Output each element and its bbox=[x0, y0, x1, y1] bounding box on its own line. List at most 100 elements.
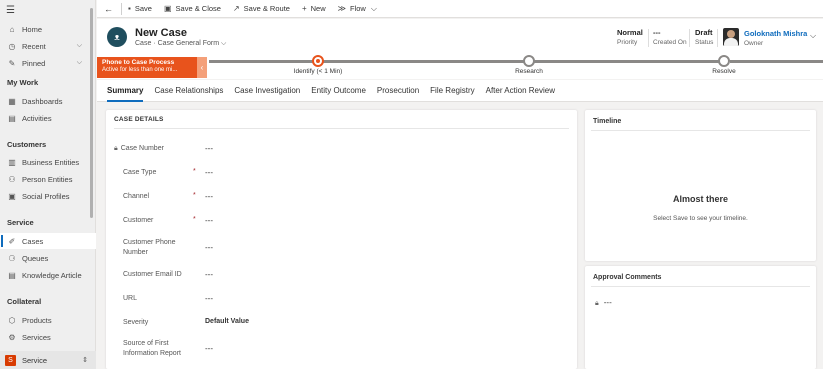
command-bar: ← ▪ Save ▣ Save & Close ↗ Save & Route +… bbox=[97, 0, 823, 18]
sidebar-item-services[interactable]: ⚙ Services bbox=[0, 329, 96, 345]
area-label: Service bbox=[22, 355, 48, 365]
case-type-input[interactable]: --- bbox=[205, 168, 213, 177]
sidebar-item-social-profiles[interactable]: ▣ Social Profiles bbox=[0, 188, 96, 204]
flow-icon: ≫ bbox=[337, 4, 347, 13]
chevron-down-icon[interactable]: ⌵ bbox=[810, 31, 816, 41]
tab-entity-outcome[interactable]: Entity Outcome bbox=[311, 80, 366, 102]
case-icon: ᴥ bbox=[107, 27, 127, 47]
lock-icon: 🔒︎ bbox=[595, 300, 599, 307]
source-input[interactable]: --- bbox=[205, 344, 213, 353]
status-field[interactable]: Draft Status bbox=[695, 28, 713, 46]
created-on-label: Created On bbox=[653, 39, 687, 46]
sidebar-item-business-entities[interactable]: ▥ Business Entities bbox=[0, 154, 96, 170]
form-selector[interactable]: Case · Case General Form ⌵ bbox=[135, 40, 226, 48]
stage-identify-label: Identify (< 1 Min) bbox=[293, 68, 343, 75]
page-title: New Case bbox=[135, 27, 187, 39]
stage-resolve[interactable] bbox=[718, 55, 730, 67]
sidebar-item-label: Business Entities bbox=[22, 157, 80, 167]
sidebar-item-products[interactable]: ⬡ Products bbox=[0, 312, 96, 328]
new-button[interactable]: + New bbox=[296, 0, 332, 18]
area-switcher[interactable]: S Service ⇕ bbox=[0, 351, 96, 369]
tab-prosecution[interactable]: Prosecution bbox=[377, 80, 419, 102]
sidebar-item-activities[interactable]: ▤ Activities bbox=[0, 110, 96, 126]
field-label: Source of First Information Report bbox=[123, 340, 181, 357]
route-icon: ↗ bbox=[232, 4, 240, 13]
timeline-title: Timeline bbox=[593, 118, 622, 125]
plus-icon: + bbox=[301, 4, 307, 13]
stage-research[interactable] bbox=[523, 55, 535, 67]
sidebar-item-cases[interactable]: ✐ Cases bbox=[0, 233, 96, 249]
tab-summary[interactable]: Summary bbox=[107, 80, 144, 102]
tab-file-registry[interactable]: File Registry bbox=[430, 80, 474, 102]
activities-icon: ▤ bbox=[8, 113, 16, 123]
avatar-face bbox=[727, 30, 735, 38]
label-text: Case Number bbox=[120, 145, 164, 152]
stage-identify[interactable] bbox=[312, 55, 324, 67]
pin-icon: ✎ bbox=[8, 58, 16, 68]
building-icon: ▥ bbox=[8, 157, 16, 167]
status-label: Status bbox=[695, 39, 714, 46]
sidebar-item-knowledge-article[interactable]: ▤ Knowledge Article bbox=[0, 267, 96, 283]
chevron-down-icon: ⌵ bbox=[76, 42, 82, 49]
hamburger-icon[interactable]: ☰ bbox=[6, 5, 15, 16]
chevron-down-icon: ⌵ bbox=[76, 59, 82, 66]
sidebar-item-label: Pinned bbox=[22, 58, 46, 68]
sidebar-scrollbar[interactable] bbox=[90, 8, 93, 218]
sidebar-item-label: Cases bbox=[22, 236, 44, 246]
save-route-label: Save & Route bbox=[243, 4, 290, 13]
flow-button[interactable]: ≫ Flow ⌵ bbox=[332, 0, 383, 18]
field-label: Customer Email ID bbox=[123, 271, 182, 278]
save-route-button[interactable]: ↗ Save & Route bbox=[227, 0, 296, 18]
back-arrow-icon[interactable]: ← bbox=[97, 0, 121, 18]
approval-comments-panel: Approval Comments 🔒︎ --- bbox=[585, 266, 816, 369]
url-input[interactable]: --- bbox=[205, 294, 213, 303]
area-badge: S bbox=[5, 354, 16, 366]
divider bbox=[717, 29, 718, 47]
customer-input[interactable]: --- bbox=[205, 216, 213, 225]
process-flag[interactable]: Phone to Case Process Active for less th… bbox=[97, 57, 197, 78]
stage-research-label: Research bbox=[515, 68, 543, 75]
home-icon: ⌂ bbox=[9, 24, 15, 34]
sidebar-item-recent[interactable]: ◷ Recent ⌵ bbox=[0, 38, 96, 54]
divider bbox=[591, 130, 810, 131]
priority-field[interactable]: Normal Priority bbox=[617, 28, 643, 46]
sidebar-item-dashboards[interactable]: ▦ Dashboards bbox=[0, 93, 96, 109]
created-on-value: --- bbox=[653, 28, 661, 37]
severity-select[interactable]: Default Value bbox=[205, 318, 249, 325]
sidebar-item-home[interactable]: ⌂ Home bbox=[0, 21, 96, 37]
case-details-section: CASE DETAILS 🔒︎ Case Number --- Case Type… bbox=[106, 110, 577, 369]
channel-input[interactable]: --- bbox=[205, 192, 213, 201]
clock-icon: ◷ bbox=[8, 41, 16, 51]
save-button[interactable]: ▪ Save bbox=[122, 0, 158, 18]
sidebar-item-pinned[interactable]: ✎ Pinned ⌵ bbox=[0, 55, 96, 71]
field-label: Customer bbox=[123, 217, 154, 224]
field-label: Case Type bbox=[123, 169, 157, 176]
product-icon: ⬡ bbox=[8, 315, 16, 325]
divider bbox=[591, 286, 810, 287]
person-icon: ⚇ bbox=[8, 174, 16, 184]
sidebar-item-queues[interactable]: ⚆ Queues bbox=[0, 250, 96, 266]
save-close-label: Save & Close bbox=[175, 4, 221, 13]
tab-case-relationships[interactable]: Case Relationships bbox=[154, 80, 223, 102]
approval-value: --- bbox=[603, 298, 612, 307]
sidebar-item-person-entities[interactable]: ⚇ Person Entities bbox=[0, 171, 96, 187]
tab-case-investigation[interactable]: Case Investigation bbox=[234, 80, 300, 102]
lock-icon: 🔒︎ bbox=[114, 145, 118, 152]
form-tabs: Summary Case Relationships Case Investig… bbox=[97, 80, 823, 102]
profile-icon: ▣ bbox=[8, 191, 16, 201]
chevron-left-icon[interactable]: ‹ bbox=[197, 57, 207, 78]
owner-link[interactable]: Goloknath Mishra bbox=[744, 29, 807, 38]
process-name: Phone to Case Process bbox=[102, 59, 175, 66]
owner-label: Owner bbox=[744, 40, 764, 47]
status-value: Draft bbox=[695, 28, 713, 37]
field-label: 🔒︎ Case Number bbox=[114, 144, 184, 154]
customer-phone-input[interactable]: --- bbox=[205, 243, 213, 252]
customer-email-input[interactable]: --- bbox=[205, 270, 213, 279]
created-on-field: --- Created On bbox=[653, 28, 687, 46]
divider bbox=[689, 29, 690, 47]
tab-after-action-review[interactable]: After Action Review bbox=[486, 80, 555, 102]
queue-icon: ⚆ bbox=[8, 253, 16, 263]
nav-group-my-work: My Work bbox=[7, 78, 39, 87]
save-close-button[interactable]: ▣ Save & Close bbox=[158, 0, 227, 18]
timeline-panel: Timeline Almost there Select Save to see… bbox=[585, 110, 816, 261]
